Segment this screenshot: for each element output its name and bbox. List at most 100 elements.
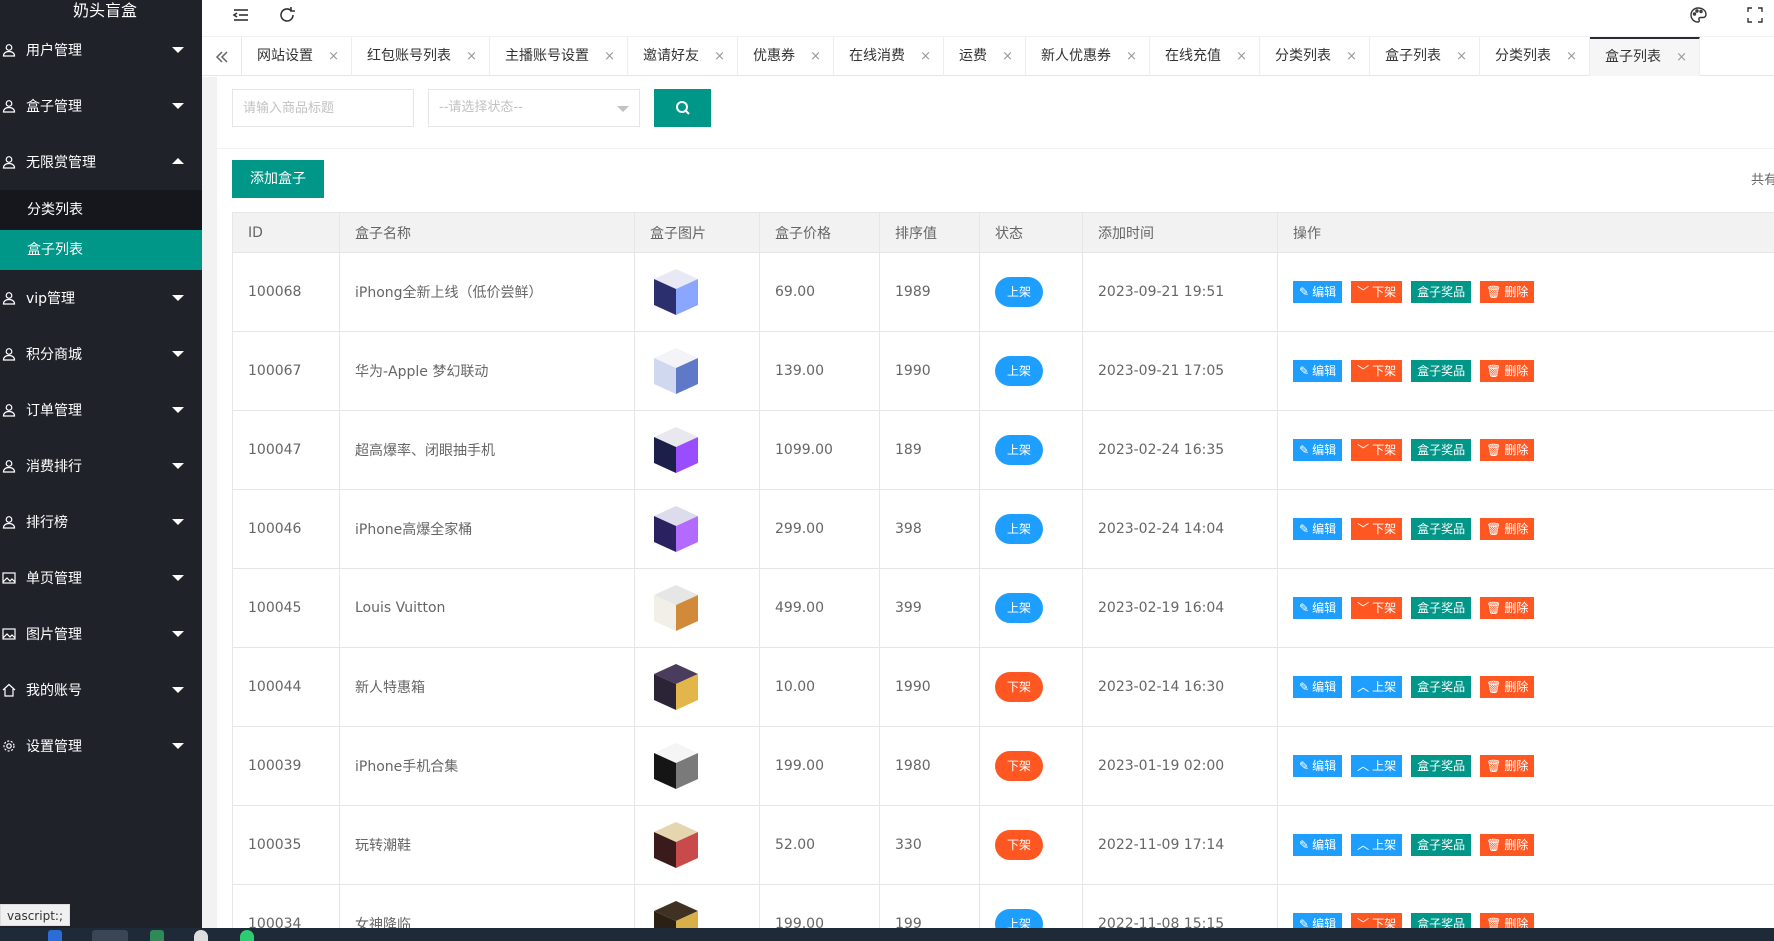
close-icon[interactable]: ×: [328, 37, 339, 76]
box-prizes-button[interactable]: 盒子奖品: [1411, 439, 1472, 461]
taskbar-app-icon[interactable]: [194, 930, 208, 941]
toggle-status-button[interactable]: ﹀ 下架: [1351, 518, 1403, 540]
toggle-status-button[interactable]: ︿ 上架: [1351, 755, 1403, 777]
edit-button[interactable]: ✎ 编辑: [1293, 360, 1343, 382]
tab[interactable]: 邀请好友 ×: [628, 37, 738, 76]
sidebar-subitem[interactable]: 分类列表: [0, 190, 202, 230]
box-prizes-button[interactable]: 盒子奖品: [1411, 913, 1472, 928]
close-icon[interactable]: ×: [810, 37, 821, 76]
taskbar-app-icon[interactable]: [150, 930, 164, 941]
close-icon[interactable]: ×: [1002, 37, 1013, 76]
sidebar-item[interactable]: 订单管理: [0, 382, 202, 438]
tab[interactable]: 运费 ×: [944, 37, 1026, 76]
edit-button[interactable]: ✎ 编辑: [1293, 518, 1343, 540]
box-prizes-button[interactable]: 盒子奖品: [1411, 281, 1472, 303]
close-icon[interactable]: ×: [466, 37, 477, 76]
box-prizes-button[interactable]: 盒子奖品: [1411, 597, 1472, 619]
box-prizes-button[interactable]: 盒子奖品: [1411, 834, 1472, 856]
edit-button[interactable]: ✎ 编辑: [1293, 439, 1343, 461]
column-header: 操作: [1277, 212, 1774, 253]
delete-button[interactable]: 🗑 删除: [1480, 518, 1535, 540]
close-icon[interactable]: ×: [1126, 37, 1137, 76]
close-icon[interactable]: ×: [604, 37, 615, 76]
tab[interactable]: 盒子列表 ×: [1590, 37, 1700, 76]
edit-button[interactable]: ✎ 编辑: [1293, 834, 1343, 856]
close-icon[interactable]: ×: [1676, 39, 1687, 76]
fullscreen-icon[interactable]: [1744, 4, 1766, 26]
tab[interactable]: 在线消费 ×: [834, 37, 944, 76]
sidebar-item[interactable]: 消费排行: [0, 438, 202, 494]
add-box-button[interactable]: 添加盒子: [232, 160, 324, 198]
refresh-icon[interactable]: [276, 4, 298, 26]
toggle-status-button[interactable]: ﹀ 下架: [1351, 360, 1403, 382]
box-prizes-button[interactable]: 盒子奖品: [1411, 518, 1472, 540]
tabs-scroll-left-icon[interactable]: [202, 37, 242, 76]
sidebar-item[interactable]: 积分商城: [0, 326, 202, 382]
tab[interactable]: 优惠券 ×: [738, 37, 834, 76]
sidebar-item[interactable]: 我的账号: [0, 662, 202, 718]
toggle-status-button[interactable]: ﹀ 下架: [1351, 439, 1403, 461]
tab[interactable]: 在线充值 ×: [1150, 37, 1260, 76]
trash-icon: 🗑: [1486, 364, 1502, 378]
sidebar-menu: 用户管理 盒子管理 无限赏管理 分类列表 盒子列表 vip管理积分商城订单管理 消费排行 排行…: [0, 22, 202, 774]
search-icon: [675, 101, 690, 115]
theme-palette-icon[interactable]: [1687, 4, 1709, 26]
edit-button[interactable]: ✎ 编辑: [1293, 913, 1343, 928]
cell-actions: ✎ 编辑 ﹀ 下架 盒子奖品 🗑 删除: [1277, 410, 1774, 490]
toggle-status-button[interactable]: ︿ 上架: [1351, 834, 1403, 856]
sidebar-item[interactable]: 设置管理: [0, 718, 202, 774]
close-icon[interactable]: ×: [1236, 37, 1247, 76]
delete-button[interactable]: 🗑 删除: [1480, 676, 1535, 698]
tab[interactable]: 分类列表 ×: [1480, 37, 1590, 76]
status-select[interactable]: --请选择状态--: [428, 89, 640, 127]
box-prizes-button[interactable]: 盒子奖品: [1411, 755, 1472, 777]
close-icon[interactable]: ×: [714, 37, 725, 76]
sidebar-item[interactable]: 用户管理: [0, 22, 202, 78]
menu-fold-icon[interactable]: [230, 4, 252, 26]
tab[interactable]: 主播账号设置 ×: [490, 37, 628, 76]
box-prizes-button[interactable]: 盒子奖品: [1411, 676, 1472, 698]
taskbar-browser-icon[interactable]: [92, 930, 128, 941]
chevron-down-icon: [172, 743, 184, 749]
delete-button[interactable]: 🗑 删除: [1480, 439, 1535, 461]
tab[interactable]: 红包账号列表 ×: [352, 37, 490, 76]
tab[interactable]: 盒子列表 ×: [1370, 37, 1480, 76]
tab[interactable]: 分类列表 ×: [1260, 37, 1370, 76]
sidebar-subitem[interactable]: 盒子列表: [0, 230, 202, 270]
search-button[interactable]: [654, 89, 711, 127]
sidebar-item[interactable]: vip管理: [0, 270, 202, 326]
sidebar-item[interactable]: 排行榜: [0, 494, 202, 550]
taskbar-app-icon[interactable]: [48, 930, 62, 941]
edit-button[interactable]: ✎ 编辑: [1293, 676, 1343, 698]
close-icon[interactable]: ×: [1566, 37, 1577, 76]
delete-button[interactable]: 🗑 删除: [1480, 360, 1535, 382]
sidebar-item[interactable]: 图片管理: [0, 606, 202, 662]
delete-button[interactable]: 🗑 删除: [1480, 597, 1535, 619]
sidebar-item[interactable]: 无限赏管理: [0, 134, 202, 190]
tab[interactable]: 新人优惠券 ×: [1026, 37, 1150, 76]
toggle-status-button[interactable]: ﹀ 下架: [1351, 597, 1403, 619]
box-prizes-button[interactable]: 盒子奖品: [1411, 360, 1472, 382]
taskbar-app-icon[interactable]: [240, 930, 254, 941]
gear-icon: [2, 739, 16, 753]
tab[interactable]: 网站设置 ×: [242, 37, 352, 76]
delete-button[interactable]: 🗑 删除: [1480, 913, 1535, 928]
close-icon[interactable]: ×: [1346, 37, 1357, 76]
close-icon[interactable]: ×: [1456, 37, 1467, 76]
close-icon[interactable]: ×: [920, 37, 931, 76]
column-header: 盒子名称: [339, 212, 635, 253]
edit-button[interactable]: ✎ 编辑: [1293, 597, 1343, 619]
sidebar-item-label: 积分商城: [26, 347, 82, 363]
delete-button[interactable]: 🗑 删除: [1480, 755, 1535, 777]
edit-button[interactable]: ✎ 编辑: [1293, 281, 1343, 303]
pencil-icon: ✎: [1299, 285, 1310, 299]
delete-button[interactable]: 🗑 删除: [1480, 281, 1535, 303]
sidebar-item[interactable]: 单页管理: [0, 550, 202, 606]
edit-button[interactable]: ✎ 编辑: [1293, 755, 1343, 777]
toggle-status-button[interactable]: ﹀ 下架: [1351, 913, 1403, 928]
toggle-status-button[interactable]: ﹀ 下架: [1351, 281, 1403, 303]
toggle-status-button[interactable]: ︿ 上架: [1351, 676, 1403, 698]
title-search-input[interactable]: [232, 89, 414, 127]
delete-button[interactable]: 🗑 删除: [1480, 834, 1535, 856]
sidebar-item[interactable]: 盒子管理: [0, 78, 202, 134]
